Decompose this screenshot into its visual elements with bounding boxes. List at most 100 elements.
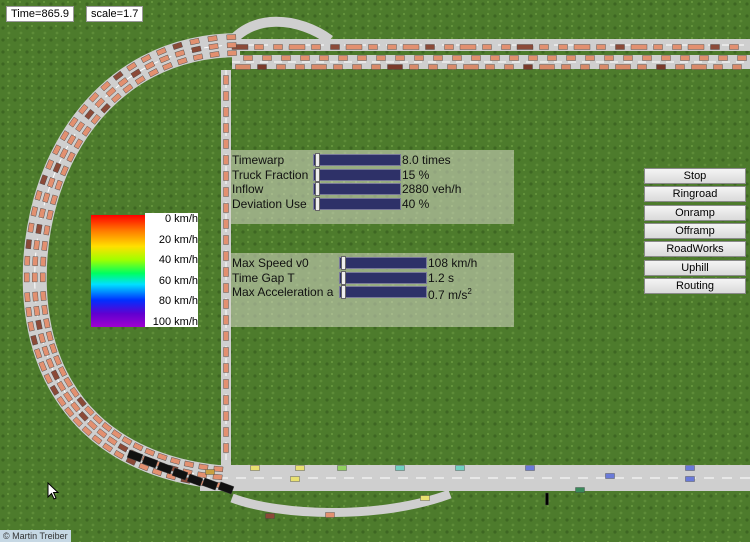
vehicle [352, 64, 362, 70]
vehicle [685, 476, 695, 482]
vehicle [226, 34, 237, 41]
uphill-button[interactable]: Uphill [644, 259, 746, 276]
legend-label: 40 km/h [158, 254, 198, 267]
vehicle [599, 64, 609, 70]
vehicle [223, 75, 229, 85]
vehicle [558, 44, 568, 50]
slider-row: Max Speed v0 108 km/h [230, 256, 514, 270]
legend-label: 20 km/h [158, 233, 198, 246]
vehicle [223, 139, 229, 149]
vehicle [539, 44, 549, 50]
vehicle [205, 469, 215, 475]
vehicle [490, 55, 500, 61]
slider-thumb[interactable] [315, 196, 321, 211]
traffic-controls-panel: Timewarp 8.0 times Truck Fraction 15 % Inflo… [230, 150, 514, 224]
legend-label: 60 km/h [158, 274, 198, 287]
slider-track[interactable] [339, 285, 427, 299]
routing-button[interactable]: Routing [644, 277, 746, 294]
slider-label: Max Speed v0 [232, 256, 309, 270]
vehicle [24, 255, 31, 266]
offramp-button[interactable]: Offramp [644, 222, 746, 239]
vehicle [209, 51, 220, 58]
vehicle [223, 155, 229, 165]
vehicle [615, 44, 625, 50]
slider-thumb[interactable] [315, 182, 321, 196]
legend-label: 80 km/h [158, 295, 198, 308]
slider-thumb[interactable] [315, 167, 321, 182]
vehicle [262, 55, 272, 61]
vehicle [459, 44, 477, 50]
vehicle [223, 395, 229, 405]
vehicle [387, 64, 403, 70]
vehicle [227, 50, 237, 57]
vehicle [33, 305, 41, 316]
vehicle [528, 55, 538, 61]
colormap-bar [91, 215, 145, 327]
slider-row: Time Gap T 1.2 s [230, 270, 514, 285]
vehicle [25, 239, 32, 250]
vehicle [223, 123, 229, 133]
vehicle [376, 55, 386, 61]
copyright-label: © Martin Treiber [0, 530, 71, 542]
ringroad-button[interactable]: Ringroad [644, 186, 746, 203]
slider-label: Truck Fraction [232, 167, 309, 182]
vehicle [444, 44, 454, 50]
legend-label: 0 km/h [164, 213, 198, 225]
vehicle [290, 476, 300, 482]
vehicle [32, 256, 39, 267]
vehicle [32, 272, 38, 283]
vehicle [605, 473, 615, 479]
vehicle [402, 44, 420, 50]
slider-value-text: 8.0 times [402, 153, 451, 167]
vehicle [24, 272, 30, 283]
vehicle [623, 55, 633, 61]
vehicle [387, 44, 397, 50]
vehicle [420, 495, 430, 501]
slider-value-text: 40 % [402, 196, 430, 211]
slider-row: Truck Fraction 15 % [230, 167, 514, 182]
vehicle [223, 107, 229, 117]
vehicle [485, 64, 495, 70]
slider-track[interactable] [339, 270, 427, 285]
slider-track[interactable] [339, 256, 427, 270]
vehicle [604, 55, 614, 61]
slider-track[interactable] [313, 182, 401, 196]
vehicle [250, 465, 260, 471]
vehicle [288, 44, 306, 50]
vehicle [207, 35, 218, 42]
stop-button[interactable]: Stop [644, 168, 746, 184]
vehicle [330, 44, 340, 50]
vehicle [463, 64, 479, 70]
vehicle [732, 64, 742, 70]
vehicle [325, 512, 335, 518]
vehicle [265, 513, 275, 519]
slider-thumb[interactable] [341, 285, 347, 299]
vehicle [319, 55, 329, 61]
slider-track[interactable] [313, 196, 401, 211]
onramp-button[interactable]: Onramp [644, 204, 746, 221]
vehicle [223, 299, 229, 309]
slider-value: 8.0 times [402, 153, 451, 167]
vehicle [311, 44, 321, 50]
vehicle [300, 55, 310, 61]
vehicle [223, 203, 229, 213]
vehicle [337, 465, 347, 471]
vehicle [718, 55, 728, 61]
slider-thumb[interactable] [341, 270, 347, 285]
roadworks-button[interactable]: RoadWorks [644, 241, 746, 258]
model-controls-panel: Max Speed v0 108 km/h Time Gap T 1.2 s Max A… [230, 253, 514, 327]
vehicle [428, 64, 438, 70]
vehicle [273, 44, 283, 50]
slider-track[interactable] [313, 167, 401, 182]
vehicle [33, 240, 40, 250]
slider-thumb[interactable] [315, 153, 321, 167]
vehicle [257, 64, 267, 70]
slider-track[interactable] [313, 153, 401, 167]
vehicle [501, 44, 511, 50]
slider-thumb[interactable] [341, 256, 347, 270]
vehicle [580, 64, 590, 70]
vehicle [223, 379, 229, 389]
slider-row: Max Acceleration a 0.7 m/s2 [230, 285, 514, 302]
vehicle [680, 55, 690, 61]
vehicle [243, 55, 253, 61]
